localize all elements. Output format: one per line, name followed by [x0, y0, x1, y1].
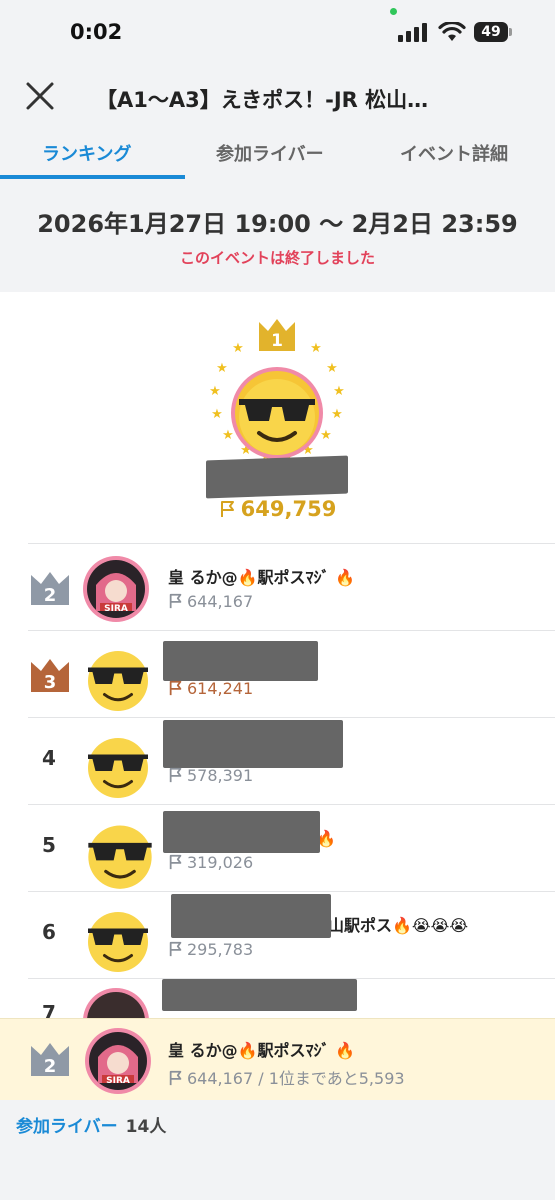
status-time: 0:02 — [70, 20, 123, 44]
avatar-anime-character: SIRA — [83, 556, 149, 622]
silver-crown-icon: 2 — [31, 572, 69, 606]
rank-row-2[interactable]: 2 SIRA 皇 るか@🔥駅ポスﾏｼﾞ 🔥 644,167 — [28, 543, 555, 630]
rank-number: 2 — [44, 585, 57, 606]
tab-participants[interactable]: 参加ライバー — [216, 140, 324, 166]
svg-text:★: ★ — [331, 407, 343, 422]
rank-number: 7 — [42, 1001, 56, 1018]
event-dates: 2026年1月27日 19:00 〜 2月2日 23:59 — [37, 210, 518, 238]
rank-1-score: 649,759 — [0, 497, 555, 521]
redacted-name — [163, 811, 320, 853]
avatar-sunglasses-emoji — [88, 825, 152, 889]
my-rank-number: 2 — [44, 1056, 57, 1077]
participants-count: 14人 — [125, 1117, 167, 1137]
bronze-crown-icon: 3 — [31, 659, 69, 693]
svg-text:★: ★ — [209, 384, 221, 399]
avatar-sunglasses-emoji — [231, 367, 323, 459]
avatar-sunglasses-emoji — [88, 651, 148, 711]
participants-link[interactable]: 参加ライバー — [16, 1117, 118, 1137]
row-name: 皇 るか@🔥駅ポスﾏｼﾞ 🔥 — [168, 568, 355, 587]
page-title: 【A1〜A3】えきポス！-JR 松山… — [96, 88, 429, 112]
avatar-sunglasses-emoji — [88, 738, 148, 798]
svg-text:SIRA: SIRA — [104, 604, 128, 614]
rank-row-6[interactable]: 6 山駅ポス🔥😭😭😭 295,783 — [28, 891, 555, 978]
rank-number: 6 — [42, 920, 56, 944]
tab-ranking[interactable]: ランキング — [42, 140, 131, 166]
svg-text:SIRA: SIRA — [106, 1076, 130, 1086]
camera-indicator-dot — [390, 8, 397, 15]
row-score-value: 614,241 — [187, 679, 254, 698]
svg-text:★: ★ — [326, 361, 338, 376]
flag-icon — [169, 941, 182, 957]
close-button[interactable] — [22, 78, 58, 114]
row-score: 295,783 — [168, 940, 253, 959]
silver-crown-icon: 2 — [31, 1043, 69, 1077]
redacted-name — [206, 455, 348, 499]
flag-icon — [169, 854, 182, 870]
avatar-anime-character: SIRA — [85, 1028, 151, 1094]
status-icons: 49 — [398, 22, 518, 44]
header: 【A1〜A3】えきポス！-JR 松山… — [0, 64, 555, 128]
row-score-value: 295,783 — [187, 940, 254, 959]
redacted-name — [163, 641, 318, 681]
tab-bar: ランキング 参加ライバー イベント詳細 — [0, 128, 555, 180]
row-score: 319,026 — [168, 853, 253, 872]
rank-row-7[interactable]: 7 — [28, 978, 555, 1018]
my-rank-score-text: 644,167 / 1位まであと5,593 — [187, 1069, 405, 1088]
rank-row-4[interactable]: 4 578,391 — [28, 717, 555, 804]
row-score: 578,391 — [168, 766, 253, 785]
rank-row-5[interactable]: 5 ｶﾁ🔥 319,026 — [28, 804, 555, 891]
flag-icon — [169, 680, 182, 696]
event-period: 2026年1月27日 19:00 〜 2月2日 23:59 このイベントは終了し… — [0, 180, 555, 292]
svg-text:★: ★ — [211, 407, 223, 422]
rank-row-3[interactable]: 3 614,241 — [28, 630, 555, 717]
row-score-value: 578,391 — [187, 766, 254, 785]
status-bar: 0:02 49 — [0, 0, 555, 64]
row-score-value: 319,026 — [187, 853, 254, 872]
my-rank-name: 皇 るか@🔥駅ポスﾏｼﾞ 🔥 — [168, 1041, 355, 1060]
my-rank-bar[interactable]: 2 SIRA 皇 るか@🔥駅ポスﾏｼﾞ 🔥 644,167 / 1位まであと5,… — [0, 1018, 555, 1100]
svg-text:★: ★ — [310, 341, 322, 356]
row-score: 614,241 — [168, 679, 253, 698]
tab-event-details[interactable]: イベント詳細 — [400, 140, 508, 166]
redacted-name — [163, 720, 343, 768]
rank-number: 3 — [44, 672, 57, 693]
flag-icon — [220, 501, 234, 517]
my-rank-score: 644,167 / 1位まであと5,593 — [168, 1065, 405, 1089]
rank-1-card[interactable]: 1 ★★ ★★ ★★ ★★ ★★ ★★ ★★ 649,759 — [0, 292, 555, 542]
participants-summary: 参加ライバー 14人 — [16, 1112, 166, 1137]
redacted-name — [162, 979, 357, 1011]
rank-number: 5 — [42, 833, 56, 857]
flag-icon — [169, 593, 182, 609]
ranking-list[interactable]: 1 ★★ ★★ ★★ ★★ ★★ ★★ ★★ 649,759 — [0, 292, 555, 1018]
svg-text:★: ★ — [333, 384, 345, 399]
wifi-icon — [438, 22, 466, 41]
row-name: 山駅ポス🔥😭😭😭 — [328, 916, 469, 935]
avatar-dark — [83, 988, 149, 1018]
battery-icon: 49 — [474, 22, 508, 42]
tab-active-indicator — [0, 175, 185, 179]
battery-tip — [509, 28, 512, 36]
svg-text:★: ★ — [232, 341, 244, 356]
flag-icon — [169, 767, 182, 783]
cellular-signal-icon — [398, 23, 427, 42]
avatar-sunglasses-emoji — [88, 912, 148, 972]
row-score: 644,167 — [168, 592, 253, 611]
flag-icon — [169, 1070, 182, 1086]
redacted-name — [171, 894, 331, 938]
close-icon — [26, 82, 54, 110]
footer: 参加ライバー 14人 — [0, 1100, 555, 1200]
rank-number: 4 — [42, 746, 56, 770]
event-ended-notice: このイベントは終了しました — [179, 249, 375, 267]
row-score-value: 644,167 — [187, 592, 254, 611]
rank-1-score-value: 649,759 — [240, 497, 337, 521]
svg-text:★: ★ — [216, 361, 228, 376]
